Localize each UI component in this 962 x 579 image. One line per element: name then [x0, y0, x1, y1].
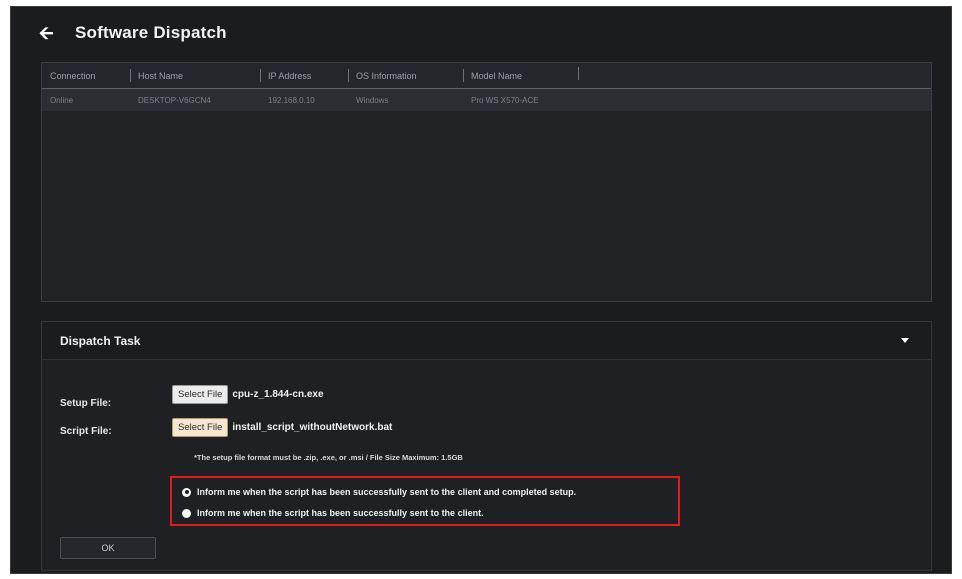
cell-ip-address: 192.168.0.10 [268, 95, 315, 105]
column-header-ip-address[interactable]: IP Address [260, 68, 348, 82]
setup-file-name: cpu-z_1.844-cn.exe [232, 389, 324, 400]
option-completed-setup-label: Inform me when the script has been succe… [197, 487, 577, 497]
column-divider [578, 67, 586, 82]
ok-button[interactable]: OK [60, 537, 156, 559]
script-file-row: Select File install_script_withoutNetwor… [172, 418, 392, 437]
dispatch-task-panel: Dispatch Task Setup File: Select File cp… [41, 321, 932, 571]
script-file-name: install_script_withoutNetwork.bat [232, 422, 393, 433]
caret-down-icon[interactable] [901, 338, 909, 343]
script-file-label: Script File: [60, 426, 112, 437]
page-header: 🡨 Software Dispatch [39, 19, 227, 47]
cell-host-name: DESKTOP-V6GCN4 [138, 95, 211, 105]
setup-file-label: Setup File: [60, 398, 112, 409]
table-row[interactable]: Online DESKTOP-V6GCN4 192.168.0.10 Windo… [42, 89, 931, 111]
arrow-left-icon[interactable]: 🡨 [39, 23, 59, 43]
cell-connection: Online [50, 95, 74, 105]
radio-completed-setup[interactable] [182, 487, 191, 497]
column-header-model-name[interactable]: Model Name [463, 68, 578, 82]
radio-sent-only[interactable] [182, 508, 191, 518]
cell-model-name: Pro WS X570-ACE [471, 95, 539, 105]
notification-options-highlight: Inform me when the script has been succe… [170, 476, 680, 526]
dispatch-task-header[interactable]: Dispatch Task [42, 322, 931, 360]
option-sent-only-label: Inform me when the script has been succe… [197, 508, 484, 518]
device-table: Connection Host Name IP Address OS Infor… [41, 62, 932, 302]
setup-file-row: Select File cpu-z_1.844-cn.exe [172, 385, 324, 404]
setup-select-file-button[interactable]: Select File [172, 385, 229, 404]
file-format-note: *The setup file format must be .zip, .ex… [194, 453, 463, 462]
column-header-host-name[interactable]: Host Name [130, 68, 260, 82]
column-header-connection[interactable]: Connection [42, 71, 130, 81]
option-sent-only[interactable]: Inform me when the script has been succe… [182, 508, 484, 518]
dispatch-task-title: Dispatch Task [60, 333, 141, 348]
option-completed-setup[interactable]: Inform me when the script has been succe… [182, 487, 576, 497]
script-select-file-button[interactable]: Select File [172, 418, 229, 437]
software-dispatch-window: 🡨 Software Dispatch Connection Host Name… [10, 6, 952, 574]
table-header: Connection Host Name IP Address OS Infor… [42, 63, 931, 89]
cell-os-information: Windows [356, 95, 389, 105]
column-header-os-information[interactable]: OS Information [348, 68, 463, 82]
page-title: Software Dispatch [75, 23, 227, 42]
